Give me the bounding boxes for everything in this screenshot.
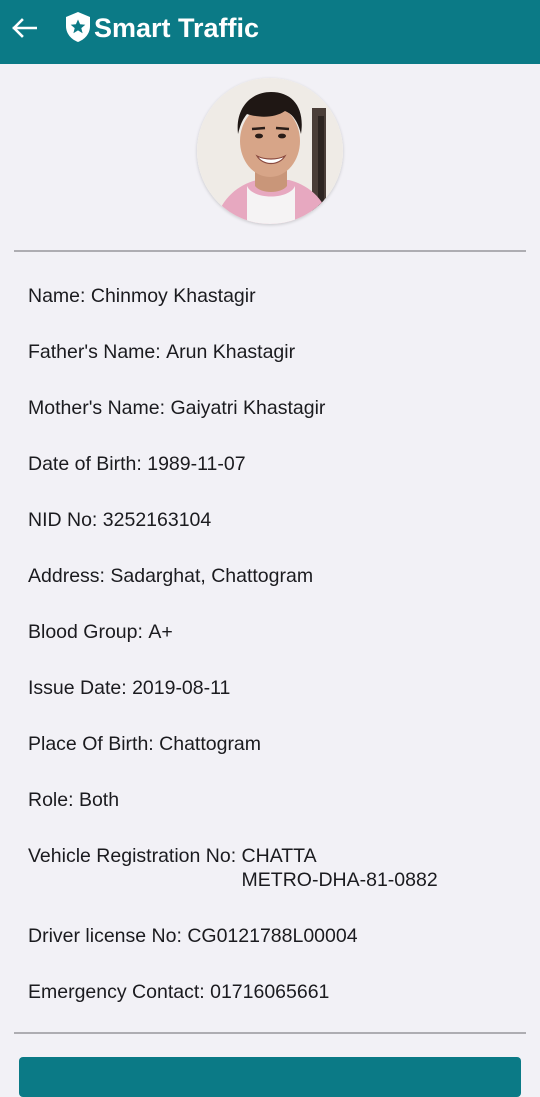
emergency-contact-label: Emergency Contact: [28,981,205,1003]
address-row: Address: Sadarghat, Chattogram [28,564,518,588]
profile-photo [197,78,343,224]
app-bar: Smart Traffic [0,0,540,64]
bottom-action-button[interactable] [19,1057,521,1097]
fathers-name-row: Father's Name: Arun Khastagir [28,340,518,364]
arrow-left-icon [12,18,37,38]
vehicle-registration-value: CHATTA METRO-DHA-81-0882 [241,845,438,891]
mothers-name-row: Mother's Name: Gaiyatri Khastagir [28,396,518,420]
emergency-contact-row: Emergency Contact: 01716065661 [28,980,518,1004]
name-value: Chinmoy Khastagir [90,285,256,307]
emergency-contact-value: 01716065661 [210,981,330,1003]
vehicle-registration-row: Vehicle Registration No: CHATTA METRO-DH… [28,844,518,892]
blood-group-row: Blood Group: A+ [28,620,518,644]
driver-license-value: CG0121788L00004 [187,925,358,947]
place-of-birth-row: Place Of Birth: Chattogram [28,732,518,756]
top-divider [14,250,526,252]
fathers-name-label: Father's Name: [28,341,161,363]
name-row: Name: Chinmoy Khastagir [28,284,518,308]
address-label: Address: [28,565,105,587]
issue-date-label: Issue Date: [28,677,127,699]
nid-label: NID No: [28,509,98,531]
mothers-name-label: Mother's Name: [28,397,166,419]
place-of-birth-label: Place Of Birth: [28,733,154,755]
place-of-birth-value: Chattogram [159,733,262,755]
role-label: Role: [28,789,74,811]
date-of-birth-value: 1989-11-07 [147,453,246,475]
bottom-divider [14,1032,526,1034]
issue-date-value: 2019-08-11 [132,677,231,699]
star-shield-icon [66,12,90,42]
back-button[interactable] [6,8,42,48]
issue-date-row: Issue Date: 2019-08-11 [28,676,518,700]
app-title: Smart Traffic [94,13,260,43]
blood-group-label: Blood Group: [28,621,143,643]
fathers-name-value: Arun Khastagir [166,341,296,363]
date-of-birth-row: Date of Birth: 1989-11-07 [28,452,518,476]
nid-row: NID No: 3252163104 [28,508,518,532]
role-value: Both [78,789,120,811]
address-value: Sadarghat, Chattogram [110,565,314,587]
role-row: Role: Both [28,788,518,812]
name-label: Name: [28,285,86,307]
mothers-name-value: Gaiyatri Khastagir [170,397,326,419]
blood-group-value: A+ [148,621,173,643]
date-of-birth-label: Date of Birth: [28,453,142,475]
driver-license-row: Driver license No: CG0121788L00004 [28,924,518,948]
driver-license-label: Driver license No: [28,925,182,947]
nid-value: 3252163104 [102,509,212,531]
vehicle-registration-label: Vehicle Registration No: [28,845,237,867]
person-photo-icon [197,78,343,224]
